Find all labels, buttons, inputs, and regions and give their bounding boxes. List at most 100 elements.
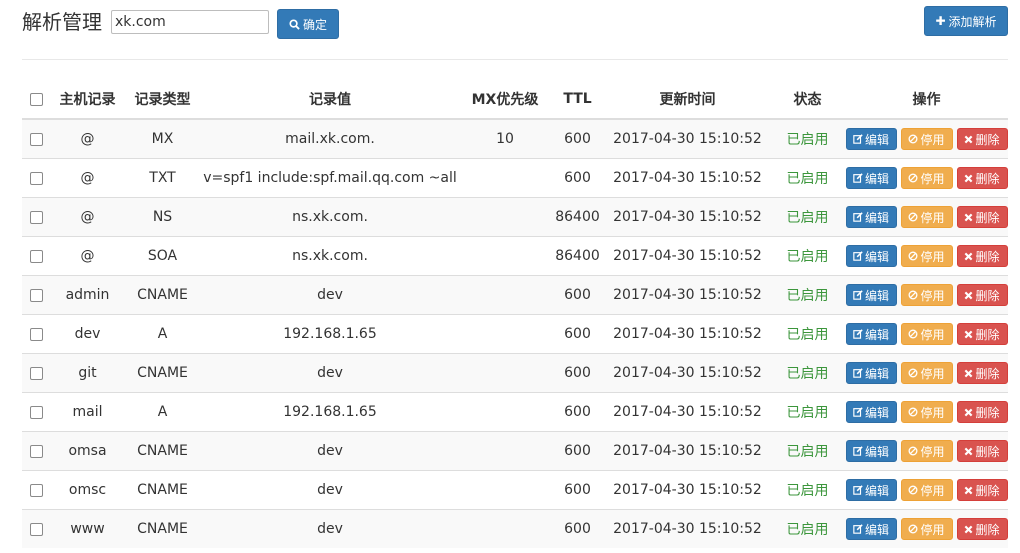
row-checkbox[interactable] — [29, 444, 43, 458]
header: 解析管理 确定 ✚ 添加解析 — [0, 0, 1020, 60]
disable-button[interactable]: 停用 — [900, 518, 953, 540]
type-cell: MX — [125, 118, 200, 159]
ttl-cell: 86400 — [550, 197, 605, 237]
edit-button[interactable]: 编辑 — [845, 245, 897, 267]
ttl-cell: 600 — [550, 118, 605, 159]
edit-button[interactable]: 编辑 — [845, 401, 897, 423]
disable-button-label: 停用 — [920, 366, 945, 381]
ttl-cell: 600 — [550, 158, 605, 198]
mx-priority-cell: 10 — [460, 118, 550, 159]
ttl-cell: 600 — [550, 470, 605, 510]
type-cell: CNAME — [125, 275, 200, 315]
updated-time-cell: 2017-04-30 15:10:52 — [605, 314, 770, 354]
disable-button[interactable]: 停用 — [900, 245, 953, 267]
row-checkbox[interactable] — [29, 327, 43, 341]
delete-button[interactable]: 删除 — [956, 362, 1008, 384]
row-checkbox[interactable] — [29, 249, 43, 263]
host-cell: @ — [50, 236, 125, 276]
search-input[interactable] — [111, 10, 269, 34]
edit-button[interactable]: 编辑 — [845, 440, 897, 462]
disable-button[interactable]: 停用 — [900, 401, 953, 423]
edit-button[interactable]: 编辑 — [845, 284, 897, 306]
disable-button[interactable]: 停用 — [900, 323, 953, 345]
delete-button[interactable]: 删除 — [956, 401, 1008, 423]
disable-button-label: 停用 — [920, 171, 945, 186]
edit-icon — [853, 251, 863, 261]
delete-button[interactable]: 删除 — [956, 440, 1008, 462]
disable-button[interactable]: 停用 — [900, 167, 953, 189]
row-checkbox[interactable] — [29, 132, 43, 146]
table-row: omsa CNAME dev 600 2017-04-30 15:10:52 已启用 编辑 停… — [22, 431, 1008, 471]
table-row: www CNAME dev 600 2017-04-30 15:10:52 已启用 编辑 停用… — [22, 509, 1008, 548]
updated-time-cell: 2017-04-30 15:10:52 — [605, 392, 770, 432]
host-cell: @ — [50, 197, 125, 237]
actions-cell: 编辑 停用 删除 — [845, 353, 1008, 393]
host-cell: omsc — [50, 470, 125, 510]
disable-button[interactable]: 停用 — [900, 440, 953, 462]
type-cell: NS — [125, 197, 200, 237]
edit-button[interactable]: 编辑 — [845, 167, 897, 189]
add-record-button-label: 添加解析 — [948, 14, 997, 29]
actions-cell: 编辑 停用 删除 — [845, 236, 1008, 276]
table-row: admin CNAME dev 600 2017-04-30 15:10:52 已启用 编辑… — [22, 275, 1008, 315]
header-divider — [22, 59, 1008, 60]
row-checkbox[interactable] — [29, 210, 43, 224]
disable-button[interactable]: 停用 — [900, 128, 953, 150]
delete-button[interactable]: 删除 — [956, 284, 1008, 306]
close-icon — [965, 447, 973, 455]
disable-button-label: 停用 — [920, 327, 945, 342]
value-cell: dev — [200, 431, 460, 471]
updated-time-cell: 2017-04-30 15:10:52 — [605, 158, 770, 198]
edit-icon — [853, 212, 863, 222]
edit-button[interactable]: 编辑 — [845, 206, 897, 228]
status-badge: 已启用 — [770, 392, 845, 432]
disable-button[interactable]: 停用 — [900, 479, 953, 501]
ttl-cell: 600 — [550, 431, 605, 471]
ban-icon — [908, 290, 918, 300]
delete-button[interactable]: 删除 — [956, 128, 1008, 150]
select-all-checkbox[interactable] — [29, 92, 43, 106]
delete-button-label: 删除 — [975, 366, 1000, 381]
delete-button[interactable]: 删除 — [956, 518, 1008, 540]
delete-button[interactable]: 删除 — [956, 245, 1008, 267]
row-checkbox[interactable] — [29, 483, 43, 497]
table-row: @ TXT v=spf1 include:spf.mail.qq.com ~all 6… — [22, 158, 1008, 198]
row-checkbox[interactable] — [29, 288, 43, 302]
ttl-cell: 86400 — [550, 236, 605, 276]
edit-button[interactable]: 编辑 — [845, 323, 897, 345]
disable-button[interactable]: 停用 — [900, 206, 953, 228]
actions-cell: 编辑 停用 删除 — [845, 314, 1008, 354]
delete-button[interactable]: 删除 — [956, 167, 1008, 189]
status-badge: 已启用 — [770, 470, 845, 510]
row-checkbox[interactable] — [29, 366, 43, 380]
delete-button[interactable]: 删除 — [956, 479, 1008, 501]
actions-cell: 编辑 停用 删除 — [845, 470, 1008, 510]
edit-button-label: 编辑 — [864, 288, 889, 303]
edit-button[interactable]: 编辑 — [845, 518, 897, 540]
table-row: omsc CNAME dev 600 2017-04-30 15:10:52 已启用 编辑 停… — [22, 470, 1008, 510]
edit-icon — [853, 290, 863, 300]
disable-button[interactable]: 停用 — [900, 284, 953, 306]
edit-button[interactable]: 编辑 — [845, 128, 897, 150]
delete-button[interactable]: 删除 — [956, 323, 1008, 345]
disable-button[interactable]: 停用 — [900, 362, 953, 384]
column-header: 记录类型 — [125, 80, 200, 120]
confirm-button-label: 确定 — [302, 17, 327, 32]
type-cell: CNAME — [125, 509, 200, 548]
ttl-cell: 600 — [550, 392, 605, 432]
delete-button[interactable]: 删除 — [956, 206, 1008, 228]
edit-button[interactable]: 编辑 — [845, 479, 897, 501]
add-record-button[interactable]: ✚ 添加解析 — [924, 6, 1008, 36]
confirm-button[interactable]: 确定 — [277, 9, 339, 39]
row-select-cell — [22, 353, 50, 393]
close-icon — [965, 330, 973, 338]
row-checkbox[interactable] — [29, 171, 43, 185]
delete-button-label: 删除 — [975, 210, 1000, 225]
row-checkbox[interactable] — [29, 405, 43, 419]
row-select-cell — [22, 158, 50, 198]
disable-button-label: 停用 — [920, 132, 945, 147]
edit-button[interactable]: 编辑 — [845, 362, 897, 384]
edit-button-label: 编辑 — [864, 405, 889, 420]
row-checkbox[interactable] — [29, 522, 43, 536]
type-cell: A — [125, 392, 200, 432]
